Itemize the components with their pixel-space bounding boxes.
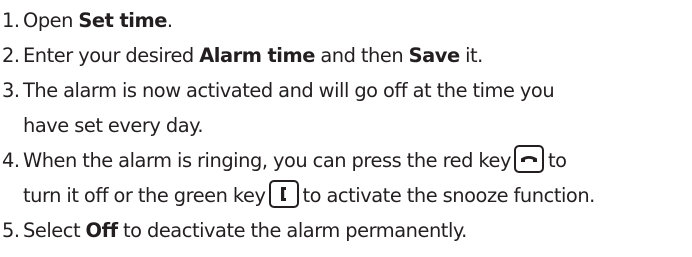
step-text: Select Off to deactivate the alarm perma… [23, 213, 690, 248]
set-time-label: Set time [78, 9, 167, 32]
step-text-part: When the alarm is ringing, you can press… [23, 149, 512, 172]
step-text-part: The alarm is now activated and will go o… [23, 79, 555, 102]
call-key-icon [268, 180, 299, 208]
save-label: Save [408, 44, 460, 67]
step-number: 2. [2, 44, 20, 67]
step-text-part: have set every day. [23, 114, 204, 137]
step-1: 1. Open Set time. [2, 3, 690, 38]
step-number: 1. [2, 9, 20, 32]
step-text-part: to [548, 149, 567, 172]
step-text-part: Select [23, 219, 86, 242]
step-text-part: Enter your desired [23, 44, 200, 67]
step-2: 2. Enter your desired Alarm time and the… [2, 38, 690, 73]
step-text-part: turn it off or the green key [23, 184, 266, 207]
step-text-part: . [166, 9, 173, 32]
alarm-instructions-list: 1. Open Set time. 2. Enter your desired … [2, 3, 690, 248]
step-text-part: to deactivate the alarm permanently. [117, 219, 467, 242]
step-text-part: and then [314, 44, 409, 67]
end-call-key-icon [514, 145, 545, 173]
step-number: 5. [2, 219, 20, 242]
step-text-part: to activate the snooze function. [302, 184, 596, 207]
step-text: When the alarm is ringing, you can press… [23, 143, 690, 213]
step-4: 4. When the alarm is ringing, you can pr… [2, 143, 690, 213]
step-number: 3. [2, 79, 20, 102]
step-text: Enter your desired Alarm time and then S… [23, 38, 690, 73]
off-label: Off [85, 219, 118, 242]
step-text-part: it. [459, 44, 483, 67]
step-text: The alarm is now activated and will go o… [23, 73, 690, 143]
step-3: 3. The alarm is now activated and will g… [2, 73, 690, 143]
step-5: 5. Select Off to deactivate the alarm pe… [2, 213, 690, 248]
step-number: 4. [2, 149, 20, 172]
step-text-part: Open [23, 9, 79, 32]
alarm-time-label: Alarm time [199, 44, 315, 67]
step-text: Open Set time. [23, 3, 690, 38]
